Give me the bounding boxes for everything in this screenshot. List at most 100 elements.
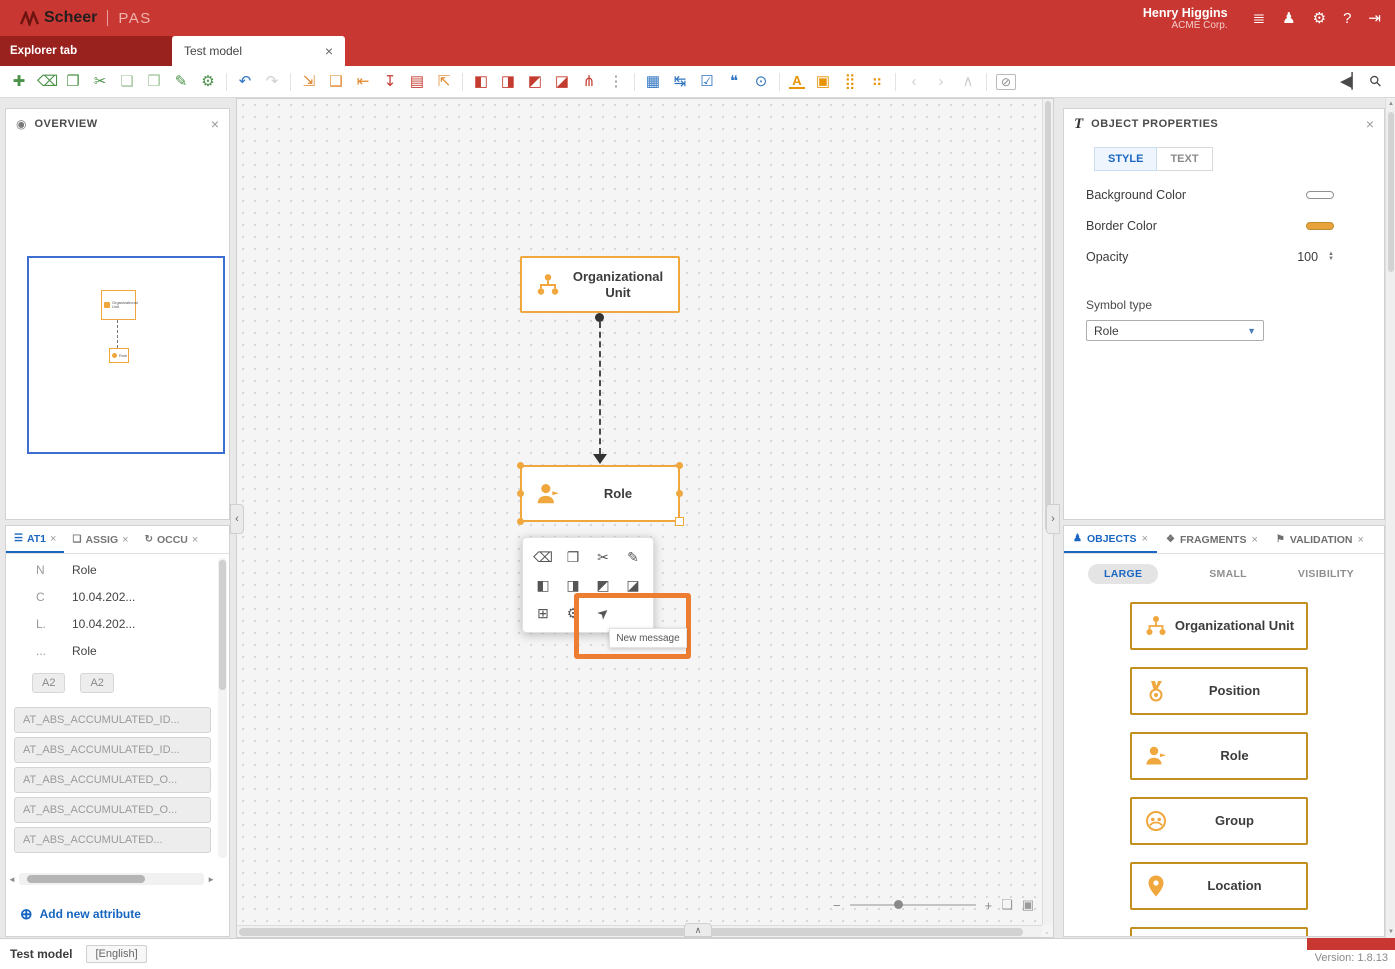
duplicate-icon[interactable]: ❒ (145, 74, 163, 89)
settings-icon[interactable]: ⚙ (1313, 11, 1326, 26)
attribute-item[interactable]: AT_ABS_ACCUMULATED_O... (14, 767, 211, 793)
scroll-right-icon[interactable]: ► (207, 875, 215, 884)
font-color-icon[interactable]: A (789, 74, 805, 89)
attribute-item[interactable]: AT_ABS_ACCUMULATED_ID... (14, 737, 211, 763)
user-icon[interactable]: ♟ (1282, 11, 1295, 26)
close-icon[interactable]: × (1251, 534, 1257, 546)
fit-width-icon[interactable]: ↹ (671, 74, 689, 89)
opacity-stepper[interactable]: ▲ ▼ (1328, 252, 1334, 262)
copy-icon[interactable]: ❐ (64, 74, 82, 89)
scrollbar-thumb[interactable] (1045, 101, 1051, 531)
delete-icon[interactable]: ⌫ (528, 543, 558, 571)
fit-view-icon[interactable]: ▣ (1022, 897, 1034, 913)
pin-icon[interactable]: ↧ (381, 74, 399, 89)
scrollbar-thumb[interactable] (239, 928, 1023, 936)
grid-view-icon[interactable]: ▦ (644, 74, 662, 89)
attributes-horizontal-scrollbar[interactable]: ◄ ► (8, 870, 215, 888)
tab-small[interactable]: SMALL (1209, 568, 1247, 580)
zoom-slider[interactable] (850, 904, 976, 906)
import-file-icon[interactable]: ⇤ (354, 74, 372, 89)
close-icon[interactable]: × (192, 534, 198, 546)
tab-occurrences[interactable]: ↻ OCCU × (137, 526, 207, 553)
close-icon[interactable]: × (325, 43, 333, 59)
nav-up-icon[interactable]: ∧ (959, 74, 977, 89)
attributes-vertical-scrollbar[interactable] (218, 558, 227, 858)
logout-icon[interactable]: ⇥ (1368, 11, 1381, 26)
attribute-row[interactable]: L. 10.04.202... (6, 610, 217, 637)
edit-icon[interactable]: ✎ (618, 543, 648, 571)
grid-layout-icon[interactable]: ⣿ (841, 74, 859, 89)
add-attribute-button[interactable]: ⊕ Add new attribute (6, 892, 229, 936)
send-to-back-icon[interactable]: ◨ (499, 74, 517, 89)
send-backward-icon[interactable]: ◪ (553, 74, 571, 89)
close-icon[interactable]: × (1142, 533, 1148, 545)
nav-forward-icon[interactable]: › (932, 74, 950, 89)
table-layout-icon[interactable]: ⠶ (868, 74, 886, 89)
zoom-out-icon[interactable]: − (833, 898, 841, 913)
inbox-icon[interactable]: ≣ (1253, 11, 1266, 26)
palette-item-organizational-unit[interactable]: Organizational Unit (1130, 602, 1308, 650)
opacity-value[interactable]: 100 (1297, 250, 1318, 264)
scrollbar-track[interactable] (19, 873, 204, 885)
border-color-swatch[interactable] (1306, 222, 1334, 230)
search-icon[interactable]: ⚲ (1364, 70, 1387, 93)
undo-icon[interactable]: ↶ (236, 74, 254, 89)
palette-item-location[interactable]: Location (1130, 862, 1308, 910)
resize-handle[interactable] (675, 517, 684, 526)
selection-handle[interactable] (517, 518, 524, 525)
print-icon[interactable]: ▤ (408, 74, 426, 89)
multi-select-icon[interactable]: ☑ (698, 74, 716, 89)
tab-assignments[interactable]: ❏ ASSIG × (64, 526, 136, 553)
bring-forward-icon[interactable]: ◩ (526, 74, 544, 89)
language-selector[interactable]: [English] (86, 945, 146, 963)
tab-validation[interactable]: ⚑ VALIDATION × (1267, 526, 1373, 553)
paste-icon[interactable]: ❏ (118, 74, 136, 89)
tab-attributes[interactable]: ☰ AT1 × (6, 526, 64, 553)
tab-fragments[interactable]: ❖ FRAGMENTS × (1157, 526, 1267, 553)
bring-to-front-icon[interactable]: ◧ (472, 74, 490, 89)
scroll-up-icon[interactable]: ▲ (1386, 101, 1395, 107)
palette-item-group[interactable]: Group (1130, 797, 1308, 845)
bring-to-front-icon[interactable]: ◧ (528, 571, 558, 599)
connector-endpoint[interactable] (595, 313, 604, 322)
att ribute-item[interactable]: AT_ABS_ACCUMULATED... (14, 827, 211, 853)
step-down-icon[interactable]: ▼ (1328, 257, 1334, 262)
collapse-panel-icon[interactable]: ◀▏ (1340, 74, 1358, 89)
tab-objects[interactable]: ♟ OBJECTS × (1064, 526, 1157, 553)
attribute-row[interactable]: C 10.04.202... (6, 583, 217, 610)
scroll-down-icon[interactable]: ▼ (1386, 929, 1395, 935)
selection-handle[interactable] (676, 462, 683, 469)
scrollbar-thumb[interactable] (219, 560, 226, 690)
new-file-icon[interactable]: ✚ (10, 74, 28, 89)
cut-icon[interactable]: ✂ (588, 543, 618, 571)
selection-handle[interactable] (676, 490, 683, 497)
selection-handle[interactable] (517, 490, 524, 497)
copy-icon[interactable]: ❐ (558, 543, 588, 571)
tab-visibility[interactable]: VISIBILITY (1298, 568, 1354, 580)
fullscreen-icon[interactable]: ❏ (1001, 897, 1013, 913)
attribute-row[interactable]: ... Role (6, 637, 217, 664)
canvas-horizontal-scrollbar[interactable] (237, 925, 1042, 937)
tab-large[interactable]: LARGE (1088, 564, 1158, 584)
save-file-icon[interactable]: ❑ (327, 74, 345, 89)
palette-item-position[interactable]: Position (1130, 667, 1308, 715)
connector-line[interactable] (599, 322, 601, 454)
toggle-icon[interactable]: ⊙ (752, 74, 770, 89)
nav-back-icon[interactable]: ‹ (905, 74, 923, 89)
background-color-swatch[interactable] (1306, 191, 1334, 199)
minimap-viewport[interactable]: Organizational Unit Role (27, 256, 225, 454)
close-icon[interactable]: × (211, 116, 219, 132)
export-print-icon[interactable]: ⇱ (435, 74, 453, 89)
edit-icon[interactable]: ✎ (172, 74, 190, 89)
tab-style[interactable]: STYLE (1094, 147, 1157, 171)
scrollbar-thumb[interactable] (27, 875, 145, 883)
diagram-canvas[interactable]: Organizational Unit Role ⌫ ❐ ✂ ✎ ◧ ◨ ◩ ◪… (236, 98, 1054, 938)
close-icon[interactable]: × (1366, 116, 1374, 132)
more-options-icon[interactable]: ⋮ (607, 74, 625, 89)
node-role[interactable]: Role (520, 465, 680, 522)
tab-text[interactable]: TEXT (1157, 147, 1212, 171)
settings-icon[interactable]: ⚙ (199, 74, 217, 89)
collapse-right-panel-handle[interactable]: › (1046, 504, 1060, 534)
collapse-bottom-handle[interactable]: ∧ (684, 923, 712, 937)
hierarchy-icon[interactable]: ⋔ (580, 74, 598, 89)
